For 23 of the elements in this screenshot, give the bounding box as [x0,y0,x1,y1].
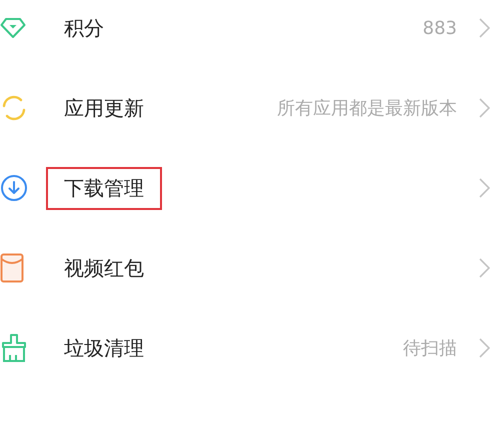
chevron-icon [479,18,490,38]
broom-icon [0,333,28,363]
menu-value: 883 [422,18,457,38]
envelope-icon [0,253,24,283]
refresh-icon [0,94,28,122]
menu-label: 下载管理 [46,166,162,210]
download-icon [0,174,28,202]
menu-label: 积分 [63,14,105,42]
chevron-icon [479,98,490,118]
menu-row[interactable]: 垃圾清理 待扫描 [0,308,500,388]
menu-row[interactable]: 下载管理 [0,148,500,228]
menu-row[interactable]: 视频红包 [0,228,500,308]
chevron-icon [479,338,490,358]
chevron-icon [479,178,490,198]
chevron-icon [479,258,490,278]
menu-value: 待扫描 [403,337,457,360]
menu-row[interactable]: 积分 883 [0,0,500,68]
diamond-icon [0,17,26,39]
menu-label: 垃圾清理 [63,334,145,362]
menu-value: 所有应用都是最新版本 [277,97,457,120]
menu-label: 应用更新 [63,94,145,122]
menu-label: 视频红包 [63,254,145,282]
menu-row[interactable]: 应用更新 所有应用都是最新版本 [0,68,500,148]
